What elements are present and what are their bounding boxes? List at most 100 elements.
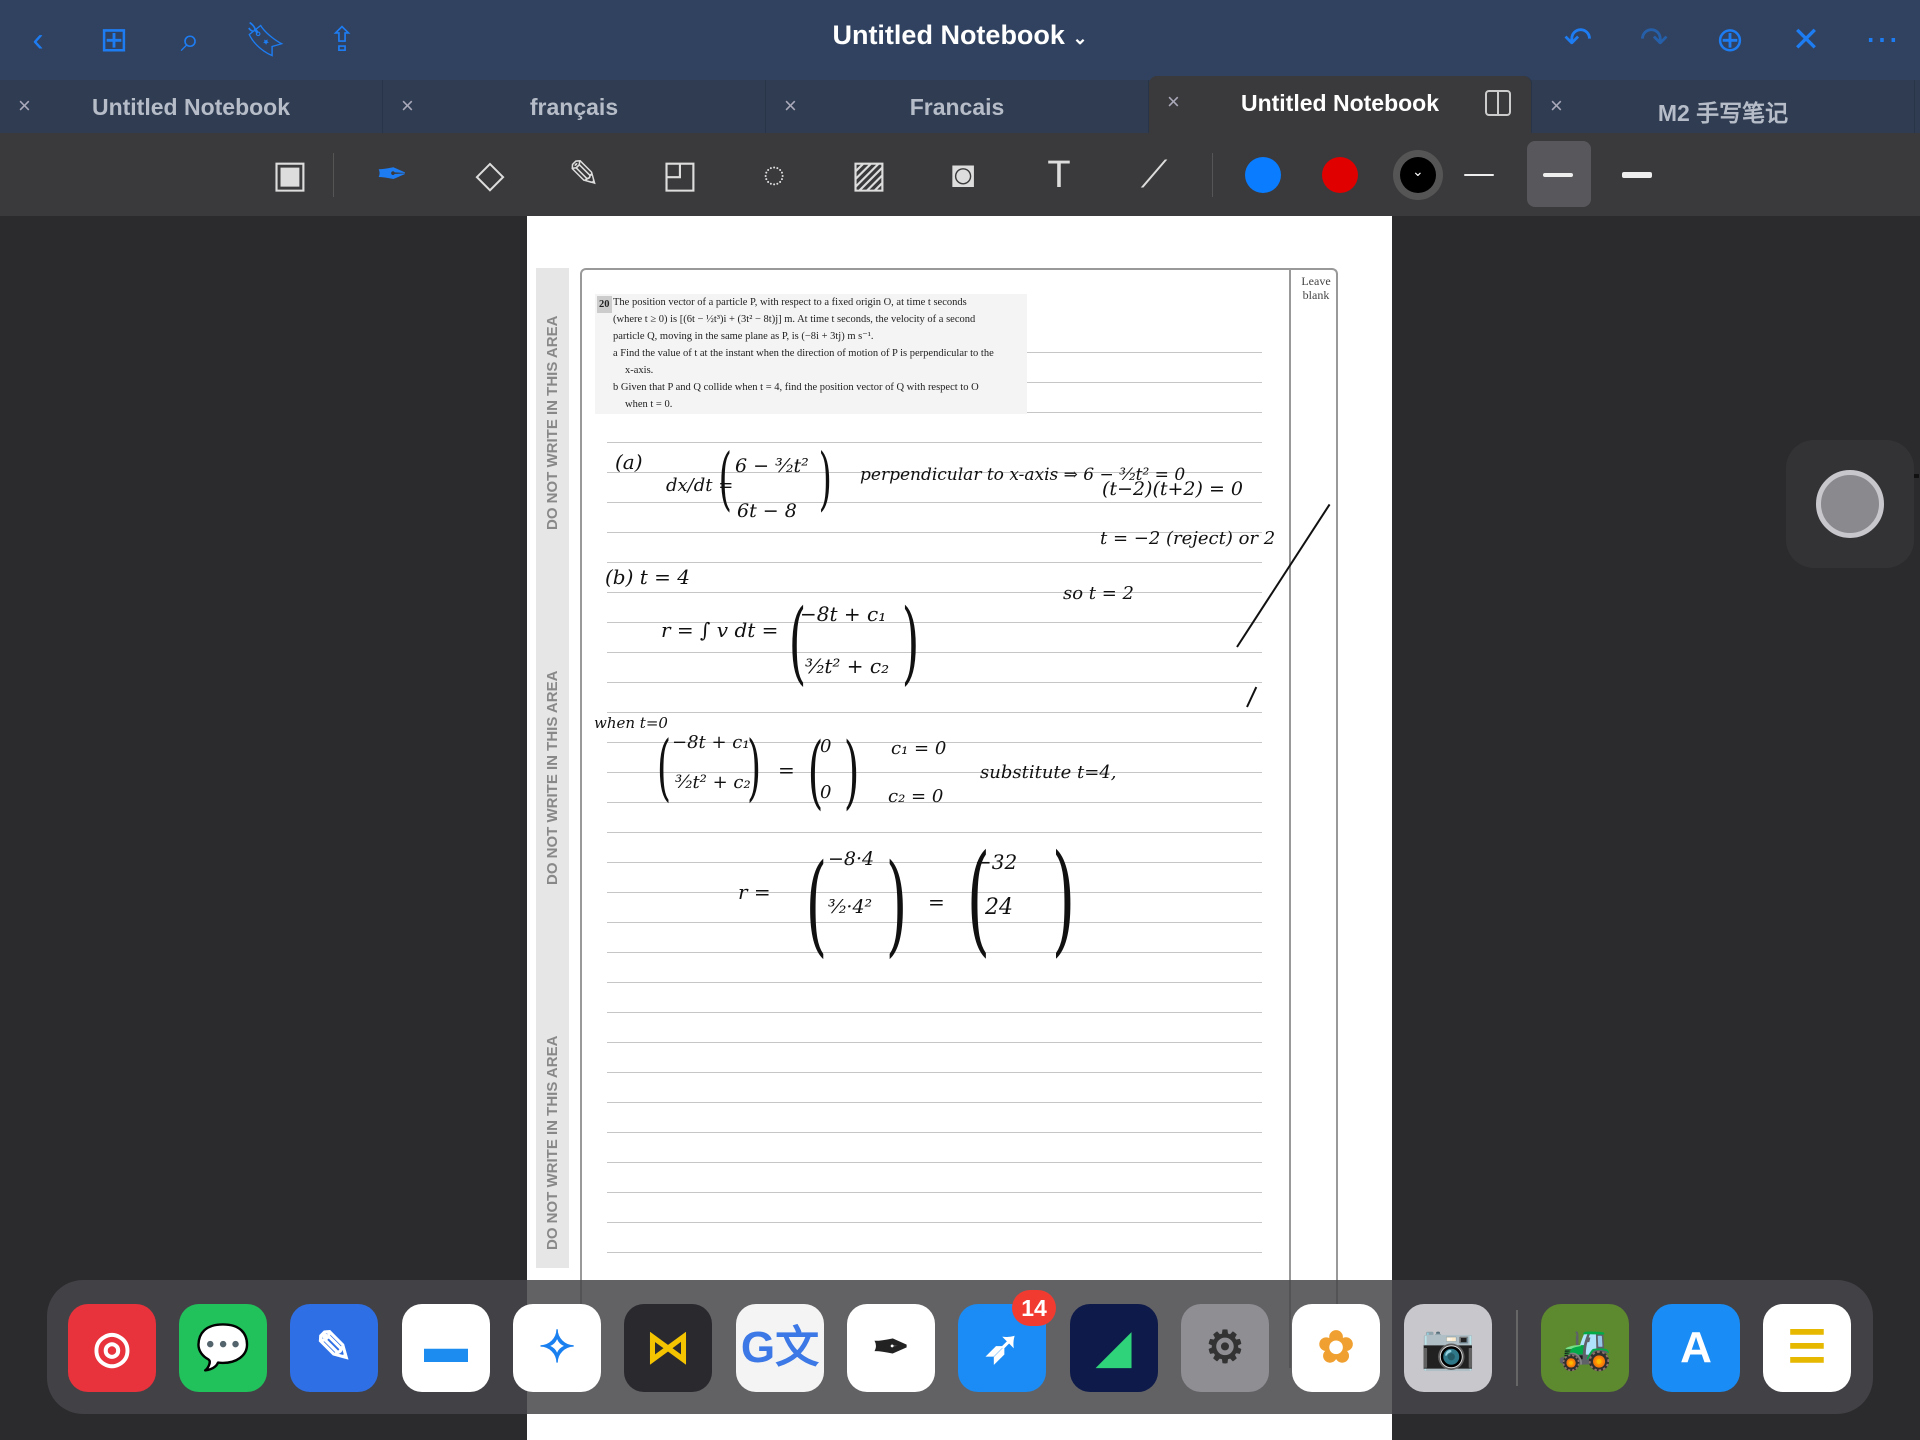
app-photos[interactable]: ✿ <box>1292 1304 1380 1392</box>
tab-4[interactable]: × Untitled Notebook <box>1149 76 1532 133</box>
handwriting-text: 24 <box>985 895 1013 920</box>
handwriting-text: c₂ = 0 <box>888 786 944 807</box>
bracket: ) <box>818 440 832 519</box>
ruled-line <box>607 1072 1262 1073</box>
tab-label: français <box>529 94 619 120</box>
toolbar-divider <box>1212 153 1213 197</box>
question-line: (where t ≥ 0) is [(6t − ½t³)i + (3t² − 8… <box>613 314 976 325</box>
camera-icon[interactable]: ◙ <box>935 147 991 203</box>
ruled-line <box>607 982 1262 983</box>
read-only-mode-icon[interactable]: ▣ <box>262 147 318 203</box>
add-page-icon[interactable]: ⊕ <box>1708 18 1752 62</box>
tool-bar: ▣ ✒ ◇ ✎ ◰ ◌ ▨ ◙ T ⟋ ⌄ <box>0 133 1920 216</box>
app-netease-music[interactable]: ◎ <box>68 1304 156 1392</box>
dock: ◎ 💬 ✎ ▬ ✧ ⋈ G文 ✒ ➶ 14 ◢ ⚙ ✿ 📷 🚜 A ☰ <box>47 1280 1873 1414</box>
ruled-line <box>607 1102 1262 1103</box>
wechat-icon: 💬 <box>195 1323 251 1372</box>
files-icon: ▬ <box>424 1323 468 1372</box>
chevron-down-icon: ⌄ <box>1072 28 1088 48</box>
tab-5[interactable]: × M2 手写笔记 <box>1532 80 1915 133</box>
back-icon[interactable]: ‹ <box>16 18 60 62</box>
close-icon[interactable]: ✕ <box>1784 18 1828 62</box>
app-safari[interactable]: ✧ <box>513 1304 601 1392</box>
ruled-line <box>1027 412 1262 413</box>
pen-icon[interactable]: ✒ <box>364 147 420 203</box>
highlighter-icon[interactable]: ✎ <box>556 147 612 203</box>
notification-badge: 14 <box>1012 1290 1056 1326</box>
assistive-touch-button[interactable] <box>1786 440 1914 568</box>
ruled-line <box>607 1042 1262 1043</box>
app-google-translate[interactable]: G文 <box>736 1304 824 1392</box>
app-notability[interactable]: ✎ <box>290 1304 378 1392</box>
bracket: ( <box>657 725 672 809</box>
ruled-line <box>1027 352 1262 353</box>
image-icon[interactable]: ▨ <box>841 147 897 203</box>
tab-label: Untitled Notebook <box>1240 90 1440 116</box>
app-app-store[interactable]: A <box>1652 1304 1740 1392</box>
app-lumafusion[interactable]: ◢ <box>1070 1304 1158 1392</box>
tab-1[interactable]: × Untitled Notebook <box>0 80 383 133</box>
camera-icon: 📷 <box>1420 1323 1476 1372</box>
grid-icon[interactable]: ⊞ <box>92 18 136 62</box>
more-icon[interactable]: ⋯ <box>1860 18 1904 62</box>
goodnotes-icon: ✒ <box>872 1323 910 1372</box>
app-settings[interactable]: ⚙ <box>1181 1304 1269 1392</box>
app-farming-simulator[interactable]: 🚜 <box>1541 1304 1629 1392</box>
handwriting-text: ³⁄₂t² + c₂ <box>805 654 890 678</box>
ruled-line <box>607 652 1262 653</box>
handwriting-text: r = <box>738 880 771 904</box>
ruled-line <box>607 862 1262 863</box>
lasso-icon[interactable]: ◌ <box>746 147 802 203</box>
text-box-icon[interactable]: T <box>1031 147 1087 203</box>
app-notes[interactable]: ☰ <box>1763 1304 1851 1392</box>
redo-icon[interactable]: ↷ <box>1632 18 1676 62</box>
color-swatch-3[interactable]: ⌄ <box>1400 157 1436 193</box>
ruled-line <box>607 1162 1262 1163</box>
ruled-line <box>607 1192 1262 1193</box>
color-swatch-2[interactable] <box>1322 157 1358 193</box>
app-files[interactable]: ▬ <box>402 1304 490 1392</box>
undo-icon[interactable]: ↶ <box>1556 18 1600 62</box>
app-dingtalk[interactable]: ➶ 14 <box>958 1290 1056 1392</box>
top-bar: Untitled Notebook ⌄ ‹ ⊞ ⌕ 🔖︎ ⇪ ↶ ↷ ⊕ ✕ ⋯ <box>0 0 1920 80</box>
bracket: ( <box>805 840 828 968</box>
ruled-line <box>607 922 1262 923</box>
app-infuse[interactable]: ⋈ <box>624 1304 712 1392</box>
bookmark-icon[interactable]: 🔖︎ <box>244 18 288 62</box>
eraser-icon[interactable]: ◇ <box>462 147 518 203</box>
split-view-icon[interactable] <box>1485 90 1511 116</box>
app-camera[interactable]: 📷 <box>1404 1304 1492 1392</box>
shapes-icon[interactable]: ◰ <box>652 147 708 203</box>
stroke-width-1[interactable] <box>1464 174 1494 176</box>
question-part-b: b Given that P and Q collide when t = 4,… <box>613 382 979 393</box>
laser-pointer-icon[interactable]: ⟋ <box>1126 147 1182 203</box>
tab-2[interactable]: × français <box>383 80 766 133</box>
app-wechat[interactable]: 💬 <box>179 1304 267 1392</box>
assistive-touch-icon <box>1816 470 1884 538</box>
bracket: ) <box>885 840 908 968</box>
notes-icon: ☰ <box>1787 1323 1827 1372</box>
stroke-width-3[interactable] <box>1622 172 1652 178</box>
question-part-b-cont: when t = 0. <box>625 399 673 410</box>
ruled-line <box>607 1222 1262 1223</box>
stroke-width-2[interactable] <box>1543 173 1573 177</box>
handwriting-text: so t = 2 <box>1063 583 1135 604</box>
dock-divider <box>1516 1310 1518 1386</box>
app-goodnotes[interactable]: ✒ <box>847 1304 935 1392</box>
ruled-line <box>607 592 1262 593</box>
question-line: The position vector of a particle P, wit… <box>613 297 967 308</box>
ruled-line <box>607 562 1262 563</box>
search-icon[interactable]: ⌕ <box>168 18 212 62</box>
notebook-page[interactable]: DO NOT WRITE IN THIS AREA DO NOT WRITE I… <box>527 216 1919 1440</box>
question-part-a: a Find the value of t at the instant whe… <box>613 348 994 359</box>
netease-music-icon: ◎ <box>92 1323 132 1372</box>
app-store-icon: A <box>1680 1323 1712 1372</box>
dingtalk-icon: ➶ <box>983 1323 1021 1372</box>
share-icon[interactable]: ⇪ <box>320 18 364 62</box>
handwriting-text: (t−2)(t+2) = 0 <box>1102 478 1244 500</box>
color-swatch-1[interactable] <box>1245 157 1281 193</box>
ruled-line <box>607 502 1262 503</box>
handwriting-text: 0 <box>820 736 832 757</box>
margin-strip: DO NOT WRITE IN THIS AREA DO NOT WRITE I… <box>536 268 569 1268</box>
tab-3[interactable]: × Francais <box>766 80 1149 133</box>
